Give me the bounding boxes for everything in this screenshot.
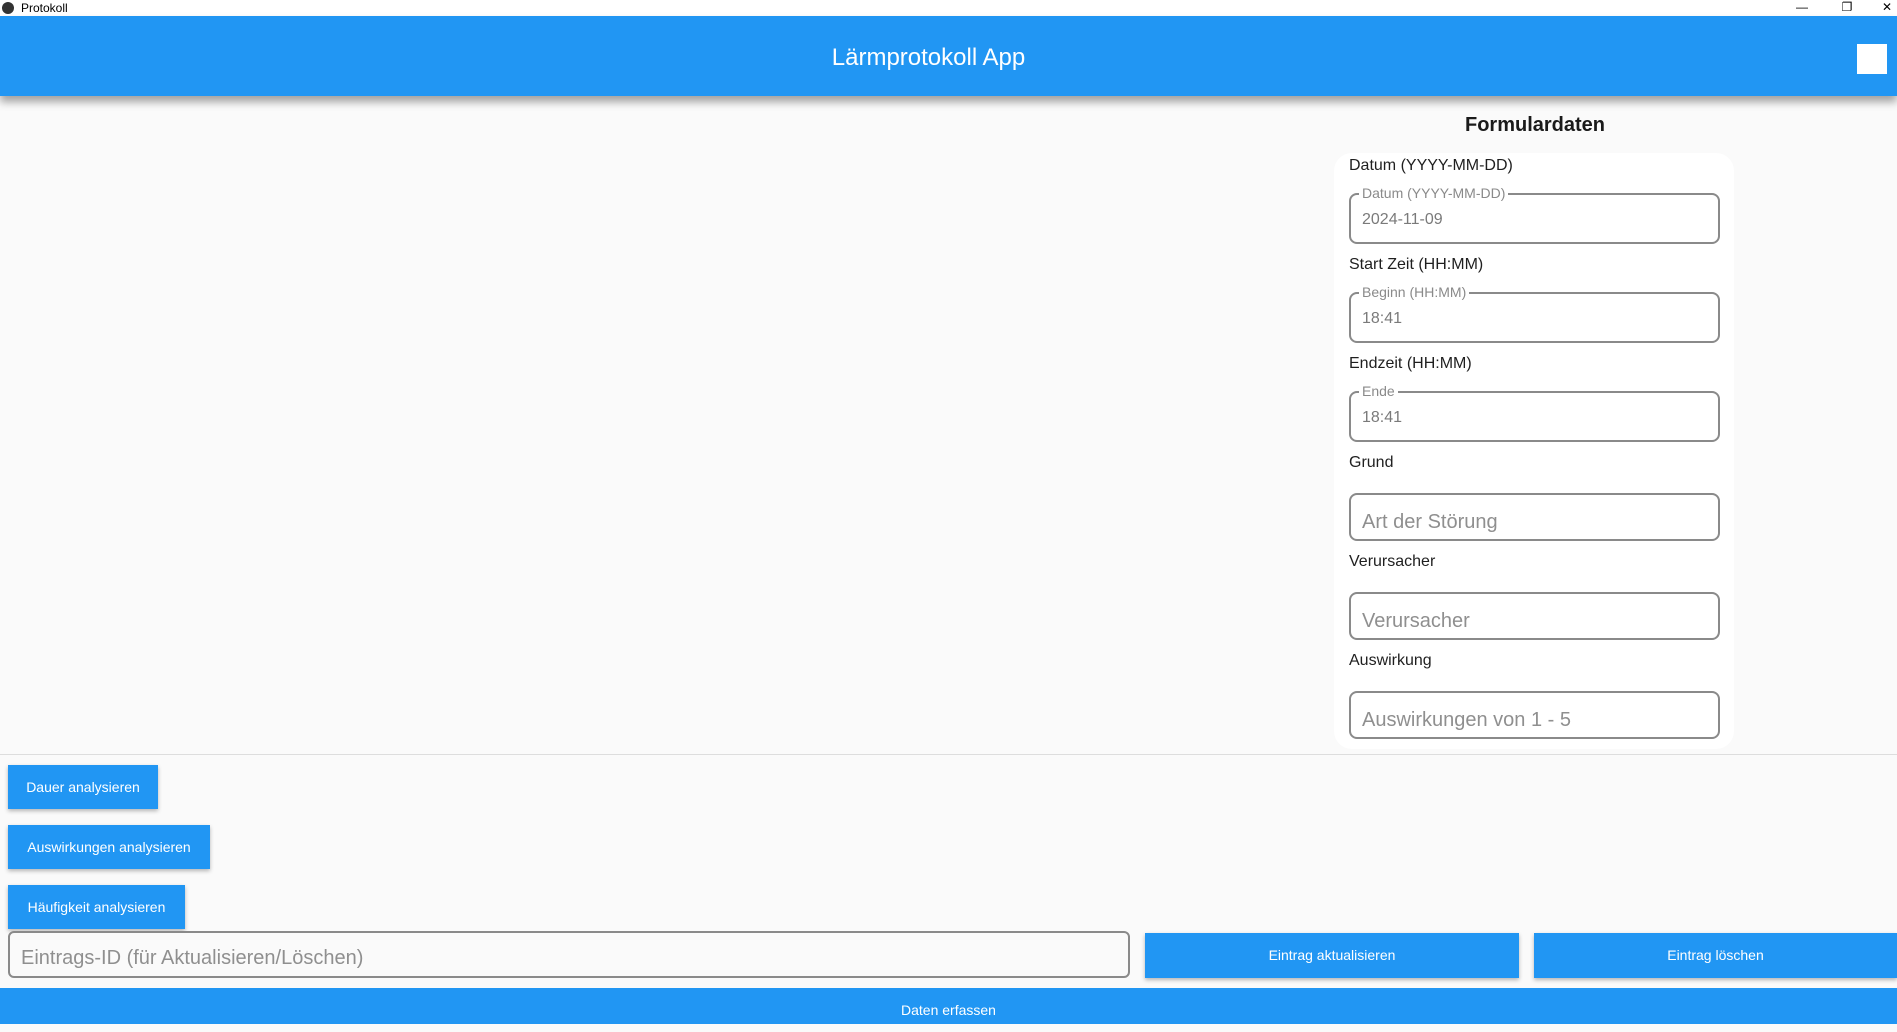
impact-label: Auswirkung <box>1349 652 1432 669</box>
entry-id-input[interactable]: Eintrags-ID (für Aktualisieren/Löschen) <box>8 931 1130 978</box>
impact-input[interactable]: Auswirkungen von 1 - 5 <box>1349 691 1720 739</box>
analyze-frequency-button[interactable]: Häufigkeit analysieren <box>8 885 185 929</box>
analyze-duration-button[interactable]: Dauer analysieren <box>8 765 158 809</box>
appbar-action-button[interactable] <box>1857 44 1887 74</box>
causer-placeholder: Verursacher <box>1362 610 1470 632</box>
date-floating-label: Datum (YYYY-MM-DD) <box>1359 185 1509 201</box>
date-field[interactable]: Datum (YYYY-MM-DD) 2024-11-09 <box>1349 185 1720 244</box>
end-time-field[interactable]: Ende 18:41 <box>1349 383 1720 442</box>
reason-input[interactable]: Art der Störung <box>1349 493 1720 541</box>
end-time-label: Endzeit (HH:MM) <box>1349 355 1472 372</box>
causer-input[interactable]: Verursacher <box>1349 592 1720 640</box>
restore-icon[interactable]: ❐ <box>1827 0 1867 16</box>
minimize-icon[interactable]: — <box>1782 0 1822 16</box>
window-titlebar: Protokoll — ❐ ✕ <box>0 0 1897 16</box>
delete-entry-button[interactable]: Eintrag löschen <box>1534 933 1897 978</box>
section-divider <box>0 754 1897 755</box>
analyze-impact-button[interactable]: Auswirkungen analysieren <box>8 825 210 869</box>
start-time-field[interactable]: Beginn (HH:MM) 18:41 <box>1349 284 1720 343</box>
date-value: 2024-11-09 <box>1362 211 1443 228</box>
entry-id-placeholder: Eintrags-ID (für Aktualisieren/Löschen) <box>21 947 364 969</box>
app-title: Lärmprotokoll App <box>831 44 1026 71</box>
start-time-floating-label: Beginn (HH:MM) <box>1359 284 1470 300</box>
end-time-floating-label: Ende <box>1359 383 1398 399</box>
update-entry-button[interactable]: Eintrag aktualisieren <box>1145 933 1519 978</box>
end-time-value: 18:41 <box>1362 409 1403 426</box>
date-label: Datum (YYYY-MM-DD) <box>1349 157 1513 174</box>
reason-label: Grund <box>1349 454 1394 471</box>
causer-label: Verursacher <box>1349 553 1436 570</box>
start-time-label: Start Zeit (HH:MM) <box>1349 256 1484 273</box>
app-icon <box>2 2 14 14</box>
app-bar: Lärmprotokoll App <box>0 16 1897 96</box>
start-time-value: 18:41 <box>1362 310 1403 327</box>
submit-data-button[interactable]: Daten erfassen <box>0 988 1897 1024</box>
impact-placeholder: Auswirkungen von 1 - 5 <box>1362 709 1572 731</box>
form-heading: Formulardaten <box>1464 114 1606 136</box>
reason-placeholder: Art der Störung <box>1362 511 1498 533</box>
close-icon[interactable]: ✕ <box>1867 0 1897 16</box>
window-title: Protokoll <box>21 1 68 15</box>
